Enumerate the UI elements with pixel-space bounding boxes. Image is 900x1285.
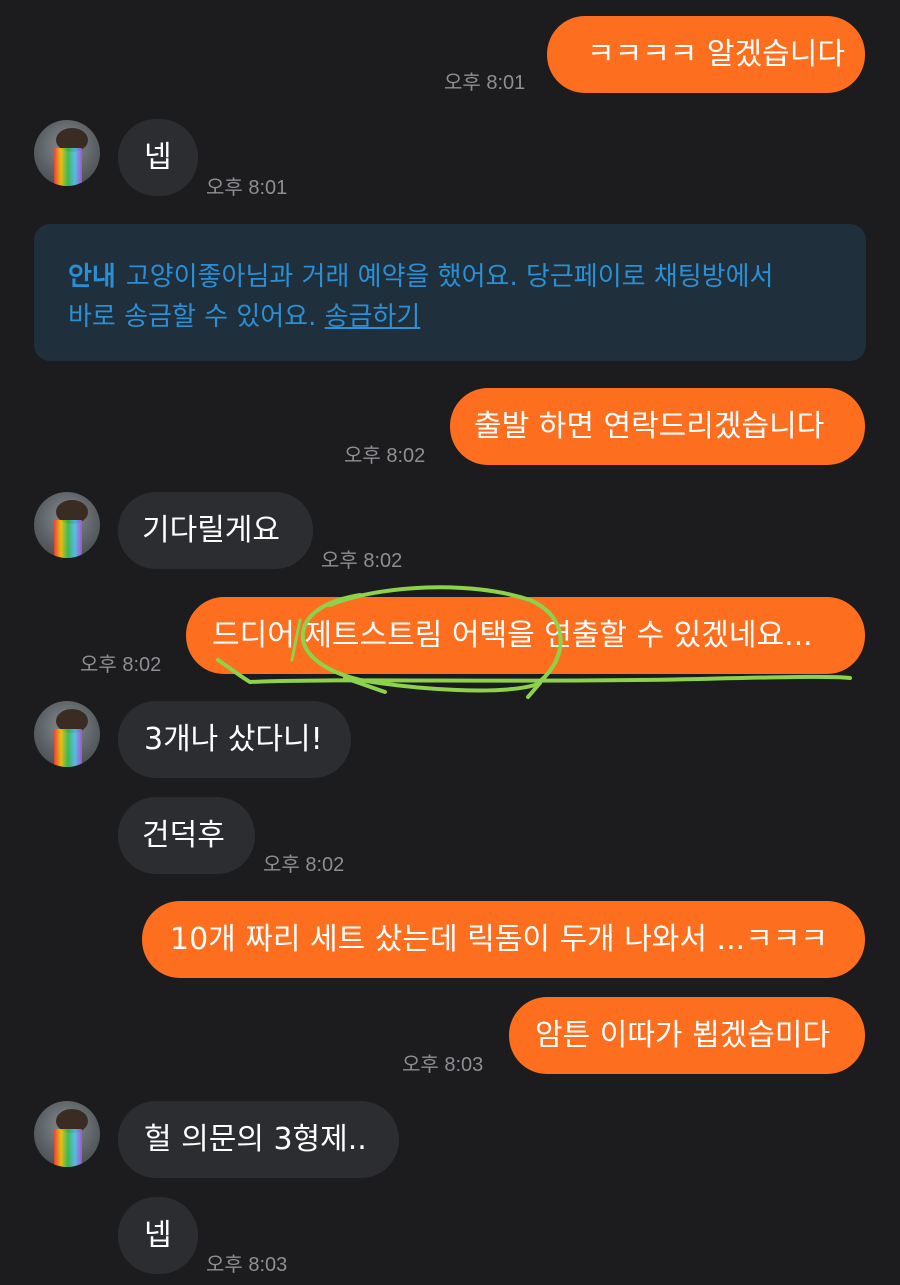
message-text: 암튼 이따가 뵙겠습미다 xyxy=(535,1017,831,1053)
notice-text-line1: 고양이좋아님과 거래 예약을 했어요. 당근페이로 채팅방에서 xyxy=(125,262,774,292)
message-time: 오후 8:03 xyxy=(206,1254,288,1276)
send-money-link[interactable]: 송금하기 xyxy=(325,302,421,332)
my-message-bubble[interactable]: ㅋㅋㅋㅋ 알겠습니다 xyxy=(547,16,865,93)
their-message-bubble[interactable]: 건덕후 xyxy=(118,797,255,874)
cat-avatar-icon[interactable] xyxy=(34,492,100,558)
message-time: 오후 8:02 xyxy=(263,854,345,876)
their-message-bubble[interactable]: 넵 xyxy=(118,1197,198,1274)
my-message-bubble[interactable]: 암튼 이따가 뵙겠습미다 xyxy=(509,997,865,1074)
their-message-bubble[interactable]: 헐 의문의 3형제.. xyxy=(118,1101,399,1178)
trade-reservation-notice: 안내 고양이좋아님과 거래 예약을 했어요. 당근페이로 채팅방에서 바로 송금할… xyxy=(34,224,866,361)
message-time: 오후 8:02 xyxy=(321,550,403,572)
my-message-bubble[interactable]: 드디어 제트스트림 어택을 연출할 수 있겠네요... xyxy=(186,597,865,674)
their-message-bubble[interactable]: 3개나 샀다니! xyxy=(118,701,351,778)
cat-avatar-icon[interactable] xyxy=(34,120,100,186)
message-text: 3개나 샀다니! xyxy=(144,721,323,757)
cat-avatar-icon[interactable] xyxy=(34,701,100,767)
message-text: ㅋㅋㅋㅋ 알겠습니다 xyxy=(587,36,845,72)
my-message-bubble[interactable]: 10개 짜리 세트 샀는데 릭돔이 두개 나와서 ...ㅋㅋㅋ xyxy=(142,901,865,978)
message-text: 넵 xyxy=(144,139,172,175)
message-time: 오후 8:02 xyxy=(80,654,162,676)
notice-label: 안내 xyxy=(68,262,116,292)
message-text: 헐 의문의 3형제.. xyxy=(144,1121,367,1157)
message-time: 오후 8:01 xyxy=(444,72,526,94)
message-time: 오후 8:01 xyxy=(206,177,288,199)
their-message-bubble[interactable]: 기다릴게요 xyxy=(118,492,313,569)
cat-avatar-icon[interactable] xyxy=(34,1101,100,1167)
message-time: 오후 8:03 xyxy=(402,1054,484,1076)
their-message-bubble[interactable]: 넵 xyxy=(118,119,198,196)
message-text: 출발 하면 연락드리겠습니다 xyxy=(474,408,825,444)
message-text: 건덕후 xyxy=(142,817,225,853)
message-text: 드디어 제트스트림 어택을 연출할 수 있겠네요... xyxy=(212,617,813,653)
my-message-bubble[interactable]: 출발 하면 연락드리겠습니다 xyxy=(450,388,865,465)
chat-screen: 오후 8:01 ㅋㅋㅋㅋ 알겠습니다 넵 오후 8:01 안내고양이좋아님과 xyxy=(0,0,900,1285)
message-text: 기다릴게요 xyxy=(142,512,280,548)
message-time: 오후 8:02 xyxy=(344,445,426,467)
notice-text-line2: 바로 송금할 수 있어요. xyxy=(68,302,317,332)
message-text: 넵 xyxy=(144,1217,172,1253)
message-text: 10개 짜리 세트 샀는데 릭돔이 두개 나와서 ...ㅋㅋㅋ xyxy=(170,921,828,957)
